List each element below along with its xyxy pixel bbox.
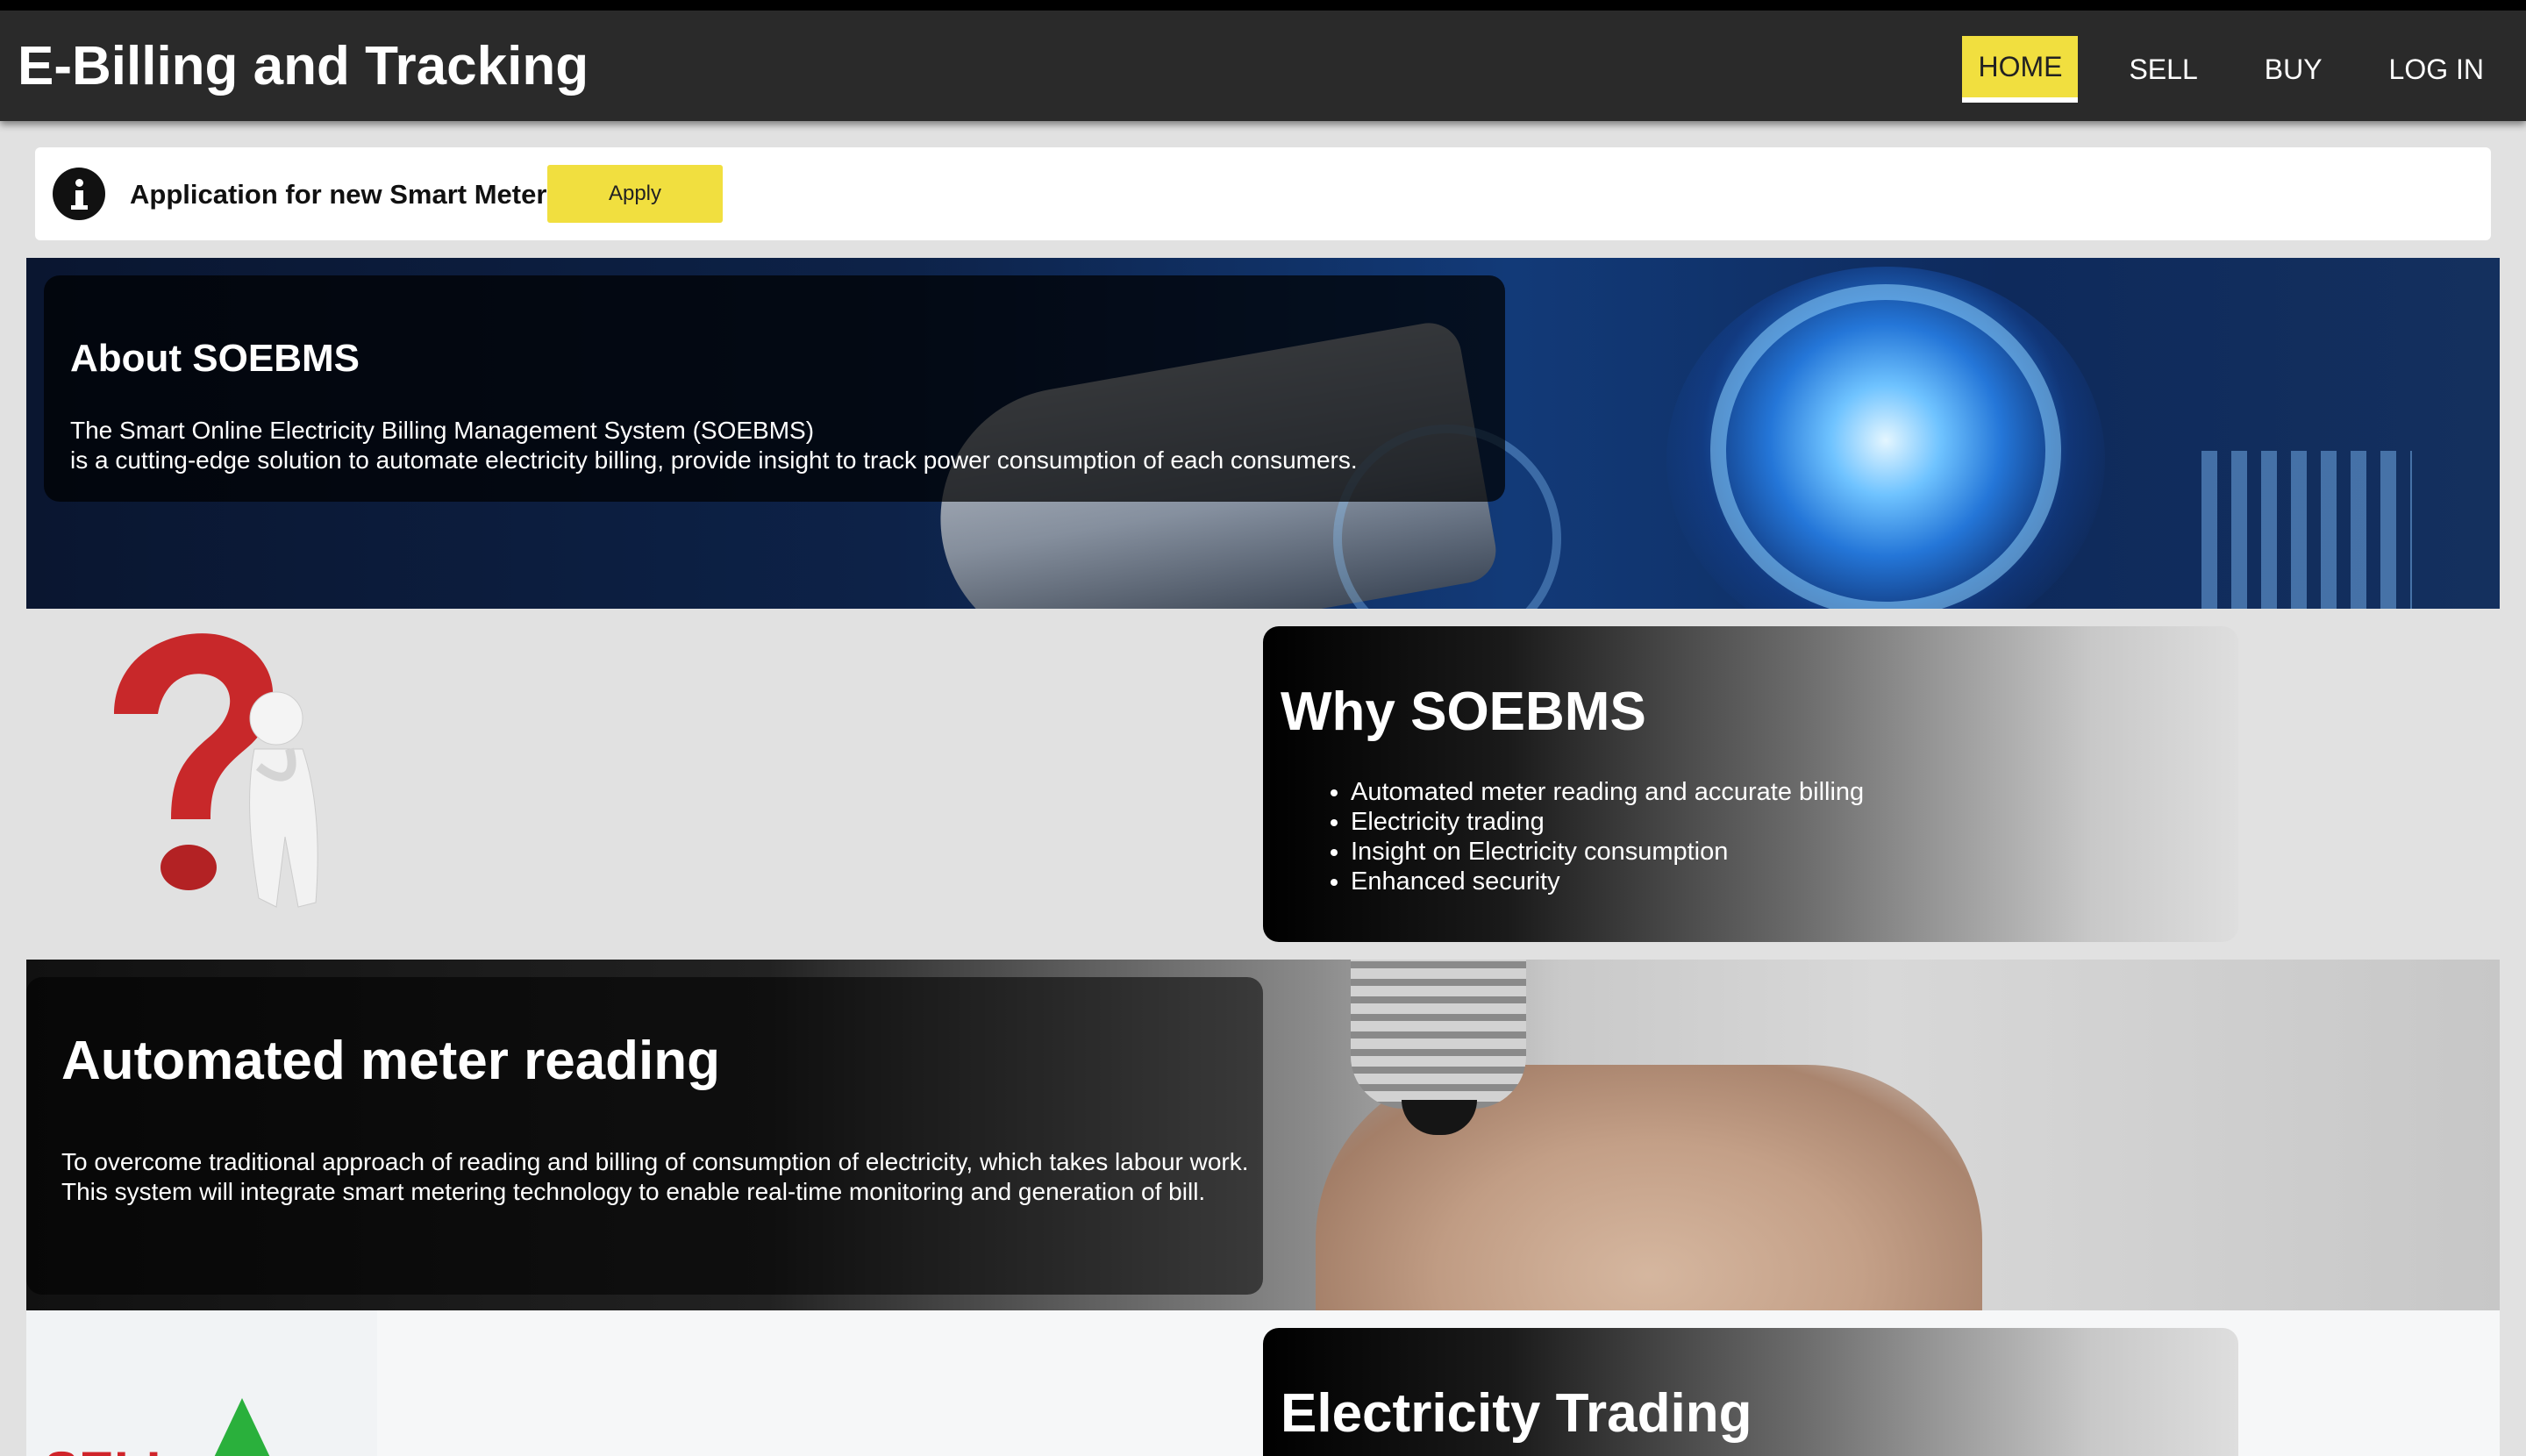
why-feature-list: Automated meter reading and accurate bil…	[1351, 777, 1864, 896]
meter-card: Automated meter reading To overcome trad…	[26, 977, 1263, 1295]
tech-target-image	[1710, 284, 2061, 609]
top-strip	[0, 0, 2526, 11]
nav-login[interactable]: LOG IN	[2373, 37, 2500, 102]
about-section: About SOEBMS The Smart Online Electricit…	[26, 258, 2500, 609]
about-card: About SOEBMS The Smart Online Electricit…	[44, 275, 1505, 502]
meter-section: Automated meter reading To overcome trad…	[26, 960, 2500, 1310]
info-icon	[53, 168, 105, 220]
about-description: The Smart Online Electricity Billing Man…	[70, 416, 1358, 475]
meter-title: Automated meter reading	[61, 1031, 721, 1091]
apply-button[interactable]: Apply	[547, 165, 723, 223]
trading-section: SELL Electricity Trading	[26, 1310, 2500, 1456]
why-title: Why SOEBMS	[1281, 682, 1646, 742]
list-item: Automated meter reading and accurate bil…	[1351, 777, 1864, 807]
light-bulb-image	[1351, 960, 1526, 1109]
about-line-1: The Smart Online Electricity Billing Man…	[70, 417, 815, 444]
main-nav: HOME SELL BUY LOG IN	[1937, 35, 2500, 103]
why-card: Why SOEBMS Automated meter reading and a…	[1263, 626, 2238, 942]
sell-graphic-image: SELL	[26, 1310, 377, 1456]
nav-buy[interactable]: BUY	[2249, 37, 2338, 102]
trading-title: Electricity Trading	[1281, 1383, 1752, 1444]
why-section: Why SOEBMS Automated meter reading and a…	[26, 609, 2500, 960]
list-item: Insight on Electricity consumption	[1351, 837, 1864, 867]
notice-text: Application for new Smart Meter	[130, 179, 547, 210]
list-item: Enhanced security	[1351, 867, 1864, 896]
sell-graphic-word: SELL	[44, 1440, 178, 1456]
chart-bars-image	[2201, 451, 2412, 609]
navbar: E-Billing and Tracking HOME SELL BUY LOG…	[0, 11, 2526, 121]
nav-sell[interactable]: SELL	[2113, 37, 2213, 102]
up-arrow-icon	[210, 1398, 274, 1456]
nav-home[interactable]: HOME	[1962, 36, 2079, 103]
question-mark-figure-image	[114, 633, 318, 908]
list-item: Electricity trading	[1351, 807, 1864, 837]
meter-description: To overcome traditional approach of read…	[61, 1148, 1249, 1205]
trading-card: Electricity Trading	[1263, 1328, 2238, 1456]
smart-meter-notice: Application for new Smart Meter Apply	[35, 147, 2491, 240]
about-title: About SOEBMS	[70, 337, 360, 380]
about-line-2: is a cutting-edge solution to automate e…	[70, 446, 1358, 474]
brand-title[interactable]: E-Billing and Tracking	[18, 35, 589, 97]
